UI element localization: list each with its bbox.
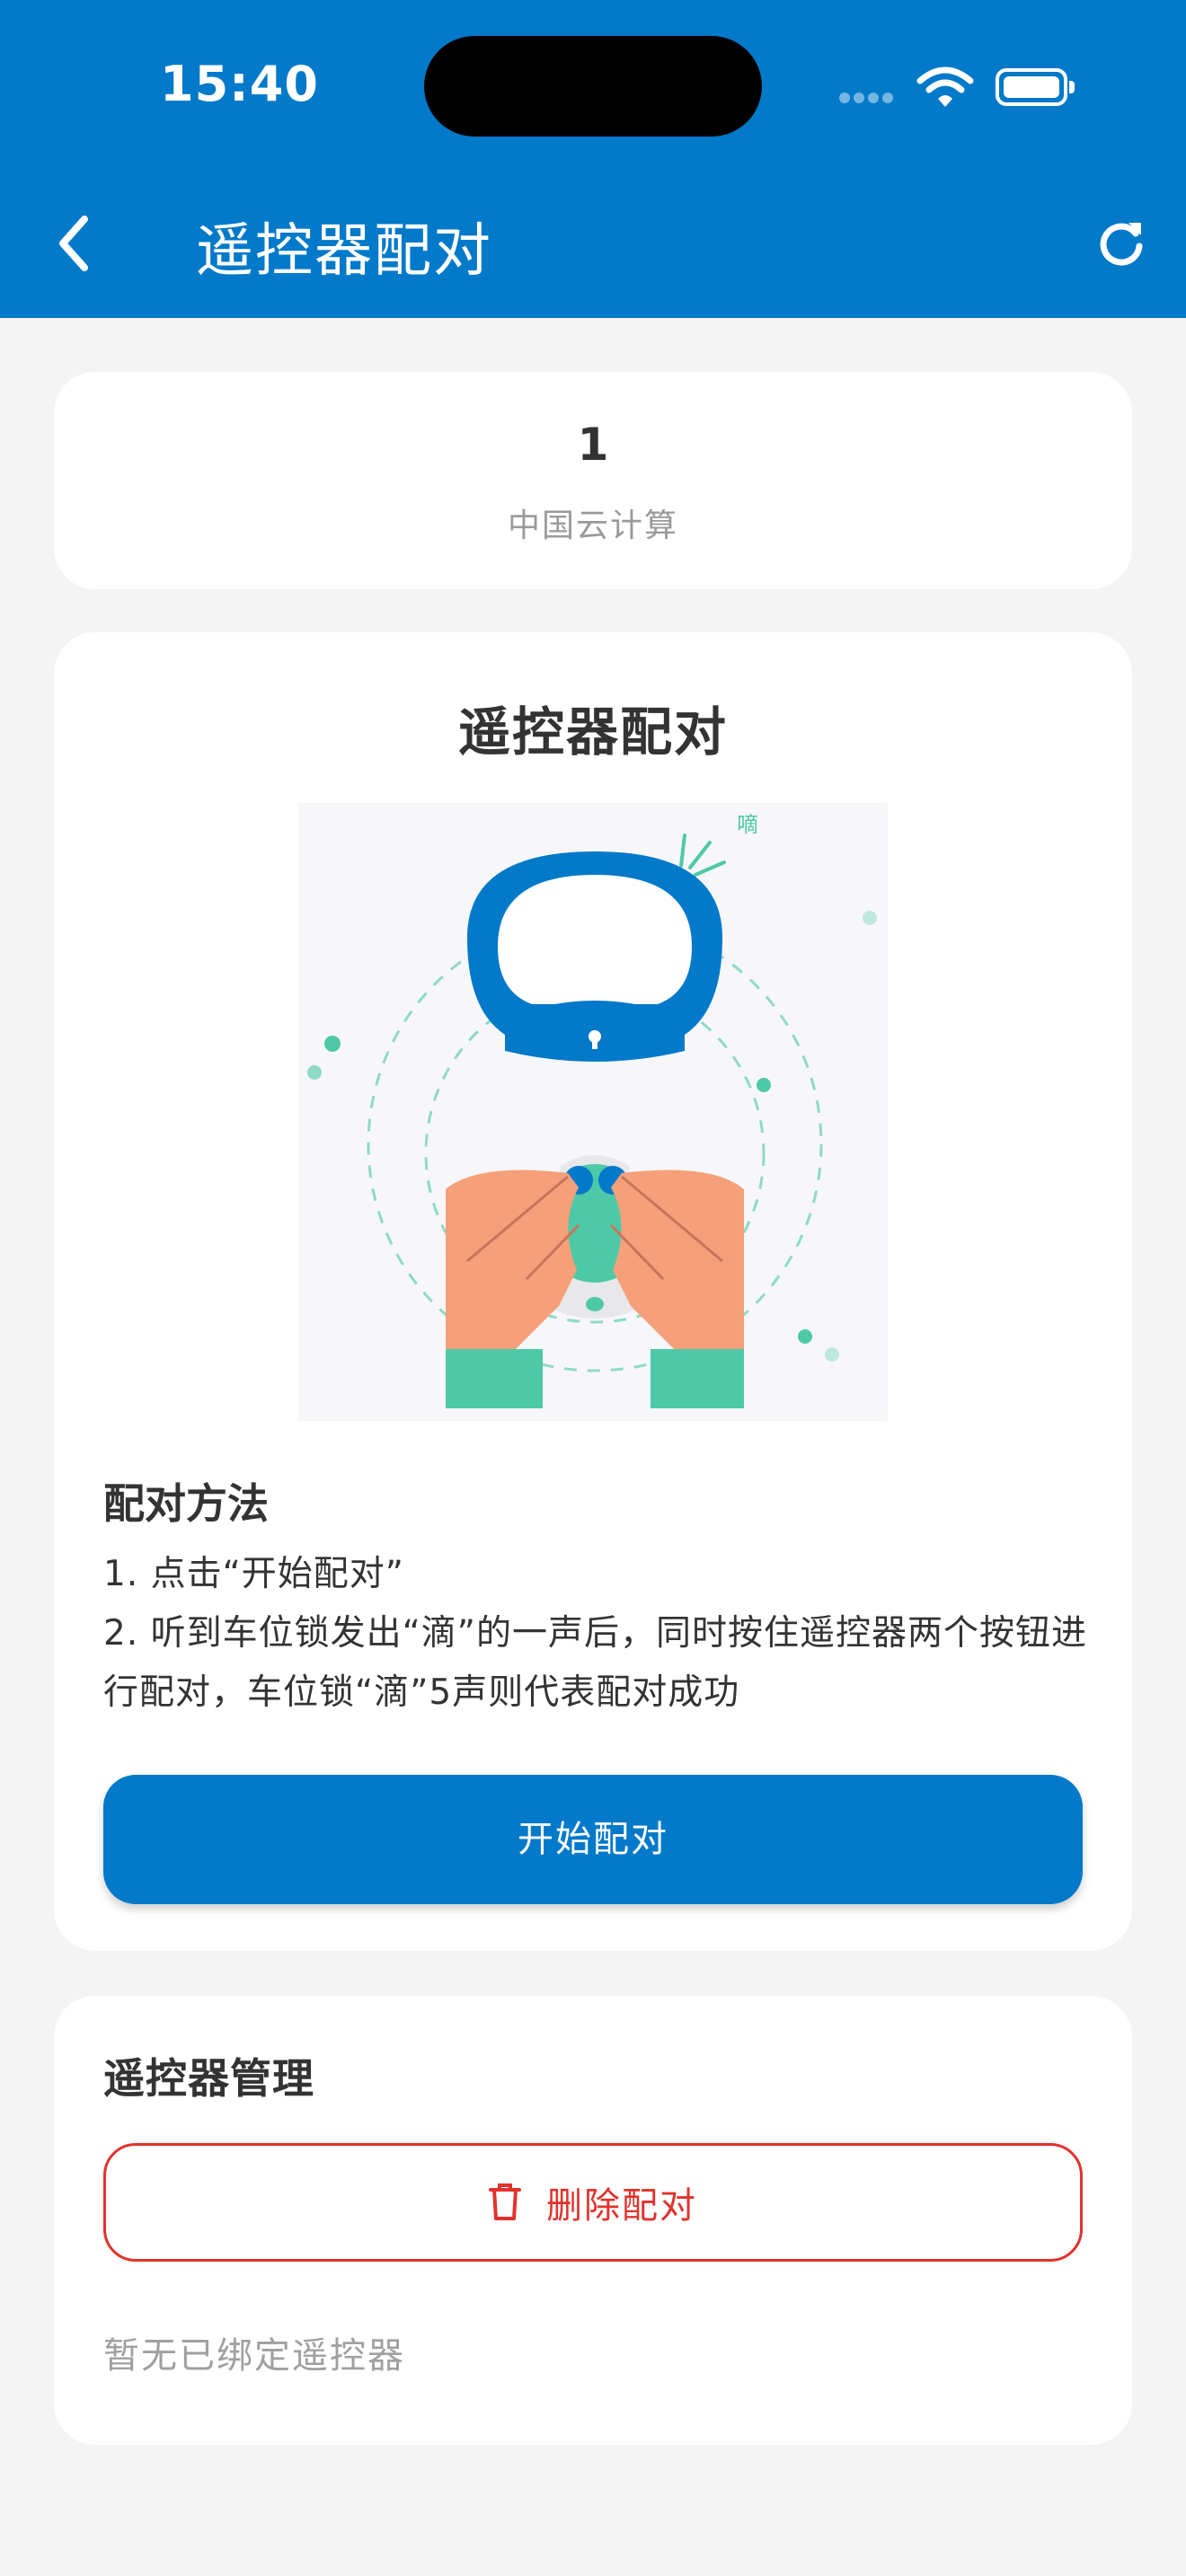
delete-pairing-button[interactable]: 删除配对	[103, 2143, 1083, 2262]
refresh-icon[interactable]	[1094, 216, 1148, 269]
management-card: 遥控器管理 删除配对 暂无已绑定遥控器	[54, 1996, 1132, 2445]
organization-name: 中国云计算	[507, 507, 678, 544]
step-2: 2. 听到车位锁发出“滴”的一声后，同时按住遥控器两个按钮进行配对，车位锁“滴”…	[103, 1613, 1088, 1713]
method-title: 配对方法	[103, 1479, 269, 1528]
pairing-card: 遥控器配对 嘀 配对方法 1. 点击“开始配对” 2. 听到车位锁发出“滴”的一…	[54, 632, 1132, 1951]
info-card: 1 中国云计算	[54, 372, 1132, 589]
top-app-bar: 15:40 遥控器配对	[0, 0, 1186, 318]
start-pairing-button[interactable]: 开始配对	[103, 1775, 1083, 1904]
dynamic-island	[424, 36, 762, 137]
battery-icon	[996, 68, 1075, 106]
wifi-icon	[916, 66, 974, 107]
pairing-title: 遥控器配对	[457, 701, 728, 763]
cellular-signal-icon	[839, 90, 897, 107]
delete-pairing-label: 删除配对	[546, 2185, 697, 2227]
page-title: 遥控器配对	[196, 218, 492, 285]
trash-icon	[489, 2183, 521, 2220]
step-1: 1. 点击“开始配对”	[103, 1554, 405, 1594]
back-icon[interactable]	[52, 212, 97, 275]
beep-text: 嘀	[737, 812, 758, 837]
management-title: 遥控器管理	[103, 2054, 314, 2103]
device-number: 1	[577, 419, 609, 471]
status-time: 15:40	[160, 56, 319, 112]
pairing-illustration: 嘀	[298, 803, 888, 1421]
empty-remote-text: 暂无已绑定遥控器	[103, 2335, 405, 2377]
